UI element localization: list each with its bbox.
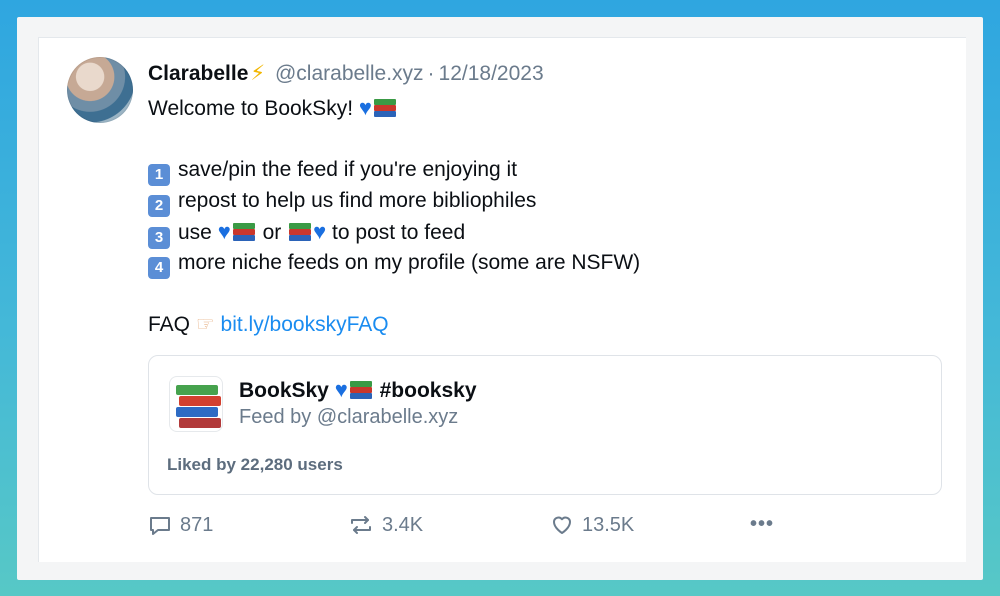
faq-link[interactable]: bit.ly/bookskyFAQ <box>221 313 389 336</box>
feed-subtitle: Feed by @clarabelle.xyz <box>239 406 459 428</box>
heart-icon <box>553 516 571 534</box>
list-item: 1 save/pin the feed if you're enjoying it <box>148 154 848 186</box>
list-item-text: to post to feed <box>332 221 466 244</box>
keycap-2-icon: 2 <box>148 195 170 217</box>
repost-count: 3.4K <box>382 513 424 536</box>
like-count: 13.5K <box>582 513 635 536</box>
faq-label: FAQ <box>148 313 191 336</box>
list-item-text: use <box>178 221 212 244</box>
reply-icon <box>150 517 170 535</box>
list-item: 3 use ♥ or ♥ to post to feed <box>148 216 848 249</box>
reply-count: 871 <box>180 513 214 536</box>
like-button[interactable]: 13.5K <box>550 513 634 537</box>
welcome-line: Welcome to BookSky! ♥ <box>148 92 848 123</box>
keycap-4-icon: 4 <box>148 257 170 279</box>
feed-name: BookSky <box>239 379 329 402</box>
list-item-text: repost to help us find more bibliophiles <box>178 189 537 212</box>
author-name[interactable]: Clarabelle <box>148 62 248 85</box>
repost-icon <box>351 516 371 534</box>
keycap-1-icon: 1 <box>148 164 170 186</box>
books-feed-icon <box>169 376 223 432</box>
keycap-3-icon: 3 <box>148 227 170 249</box>
books-icon <box>349 380 372 400</box>
faq-line: FAQ ☞ bit.ly/bookskyFAQ <box>148 309 848 340</box>
liked-count: Liked by 22,280 users <box>167 455 343 474</box>
books-icon <box>289 222 312 242</box>
books-icon <box>232 222 255 242</box>
repost-button[interactable]: 3.4K <box>348 513 423 537</box>
pointing-finger-icon: ☞ <box>195 313 215 336</box>
books-icon <box>373 98 396 118</box>
more-options-button[interactable]: ••• <box>750 513 774 536</box>
more-icon: ••• <box>750 513 775 535</box>
blue-heart-icon: ♥ <box>313 219 327 244</box>
lightning-icon: ⚡ <box>250 62 266 85</box>
post-date[interactable]: 12/18/2023 <box>439 62 544 85</box>
feed-hashtag: #booksky <box>379 379 477 402</box>
blue-heart-icon: ♥ <box>334 377 348 402</box>
feed-embed-card[interactable]: BookSky ♥ #booksky Feed by @clarabelle.x… <box>148 355 942 495</box>
welcome-text: Welcome to BookSky! <box>148 97 354 120</box>
list-item-text: more niche feeds on my profile (some are… <box>178 251 641 274</box>
blue-heart-icon: ♥ <box>217 219 231 244</box>
list-item: 4 more niche feeds on my profile (some ar… <box>148 247 848 279</box>
post-body: Welcome to BookSky! ♥ 1 save/pin the feed… <box>148 92 848 340</box>
avatar[interactable] <box>67 57 133 123</box>
list-item-text: save/pin the feed if you're enjoying it <box>178 158 518 181</box>
feed-title: BookSky ♥ #booksky <box>239 376 477 405</box>
reply-button[interactable]: 871 <box>148 513 213 537</box>
list-item-text: or <box>262 221 282 244</box>
blue-heart-icon: ♥ <box>358 95 372 120</box>
list-item: 2 repost to help us find more bibliophile… <box>148 185 848 217</box>
post-header: Clarabelle⚡ @clarabelle.xyz · 12/18/2023 <box>148 60 544 88</box>
separator: · <box>427 62 435 85</box>
author-handle[interactable]: @clarabelle.xyz <box>275 62 424 85</box>
